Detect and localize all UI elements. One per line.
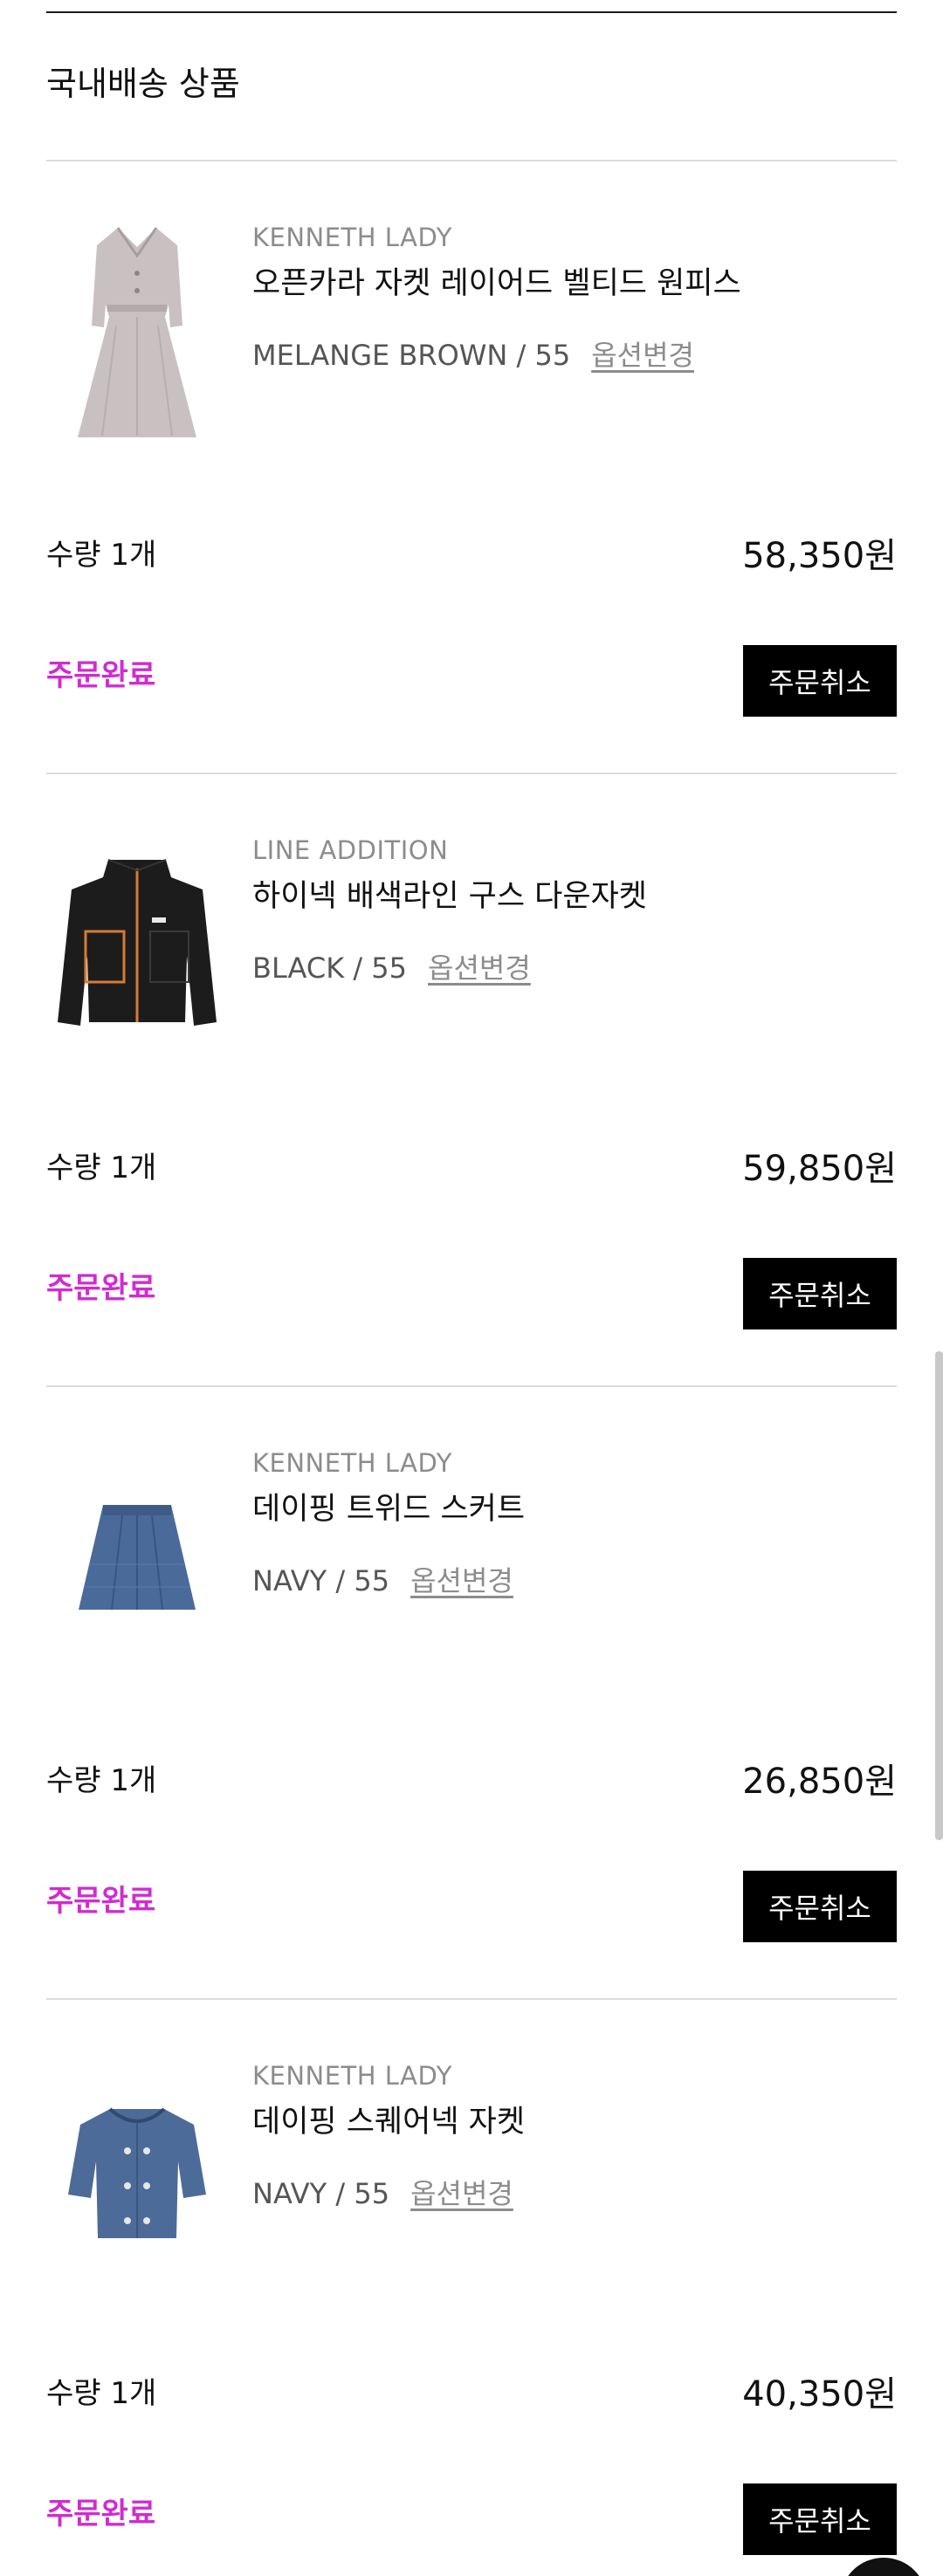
- order-item: KENNETH LADY 데이핑 트위드 스커트 NAVY / 55 옵션변경 수…: [46, 1387, 897, 2000]
- quantity-label: 수량 1개: [46, 1763, 157, 1798]
- option-value: BLACK / 55: [252, 951, 408, 985]
- order-list-page: 국내배송 상품 KENNETH LADY 오픈카라 자켓 레이어드 벨티드 원피…: [0, 0, 943, 2576]
- option-change-link[interactable]: 옵션변경: [428, 951, 531, 985]
- order-status: 주문완료: [46, 658, 156, 693]
- brand-label: KENNETH LADY: [252, 1448, 452, 1478]
- price-label: 40,350원: [742, 2374, 897, 2415]
- option-value: NAVY / 55: [252, 2177, 390, 2210]
- price-label: 58,350원: [742, 536, 897, 576]
- cancel-order-button[interactable]: 주문취소: [743, 1258, 897, 1329]
- tweed-jacket-icon[interactable]: [46, 2059, 228, 2286]
- option-change-link[interactable]: 옵션변경: [410, 1564, 513, 1597]
- brand-label: KENNETH LADY: [252, 223, 452, 252]
- down-jacket-icon[interactable]: [46, 834, 228, 1061]
- section-title: 국내배송 상품: [46, 65, 240, 103]
- option-row: NAVY / 55 옵션변경: [252, 1562, 513, 1600]
- price-label: 26,850원: [742, 1762, 897, 1802]
- skirt-icon[interactable]: [46, 1446, 228, 1673]
- option-value: MELANGE BROWN / 55: [252, 339, 571, 372]
- product-name[interactable]: 데이핑 트위드 스커트: [252, 1488, 525, 1530]
- product-name[interactable]: 하이넥 배색라인 구스 다운자켓: [252, 876, 647, 917]
- price-label: 59,850원: [742, 1149, 897, 1189]
- order-status: 주문완료: [46, 1884, 156, 1919]
- scrollbar[interactable]: [935, 1351, 943, 1840]
- product-name[interactable]: 데이핑 스퀘어넥 자켓: [252, 2101, 525, 2143]
- dress-icon[interactable]: [46, 221, 228, 448]
- cancel-order-button[interactable]: 주문취소: [743, 645, 897, 717]
- option-row: NAVY / 55 옵션변경: [252, 2174, 513, 2213]
- order-status: 주문완료: [46, 1271, 156, 1306]
- quantity-label: 수량 1개: [46, 1151, 157, 1185]
- option-value: NAVY / 55: [252, 1564, 390, 1597]
- product-name[interactable]: 오픈카라 자켓 레이어드 벨티드 원피스: [252, 263, 741, 305]
- option-row: MELANGE BROWN / 55 옵션변경: [252, 336, 694, 374]
- quantity-label: 수량 1개: [46, 538, 157, 573]
- cancel-order-button[interactable]: 주문취소: [743, 2483, 897, 2555]
- top-divider: [46, 11, 897, 13]
- order-item: KENNETH LADY 데이핑 스퀘어넥 자켓 NAVY / 55 옵션변경 수…: [46, 2000, 897, 2576]
- option-row: BLACK / 55 옵션변경: [252, 949, 531, 987]
- option-change-link[interactable]: 옵션변경: [410, 2177, 513, 2210]
- option-change-link[interactable]: 옵션변경: [591, 339, 694, 372]
- cancel-order-button[interactable]: 주문취소: [743, 1871, 897, 1942]
- order-item: LINE ADDITION 하이넥 배색라인 구스 다운자켓 BLACK / 5…: [46, 774, 897, 1387]
- quantity-label: 수량 1개: [46, 2376, 157, 2411]
- brand-label: KENNETH LADY: [252, 2061, 452, 2091]
- brand-label: LINE ADDITION: [252, 835, 449, 865]
- order-status: 주문완료: [46, 2497, 156, 2531]
- order-item: KENNETH LADY 오픈카라 자켓 레이어드 벨티드 원피스 MELANG…: [46, 161, 897, 774]
